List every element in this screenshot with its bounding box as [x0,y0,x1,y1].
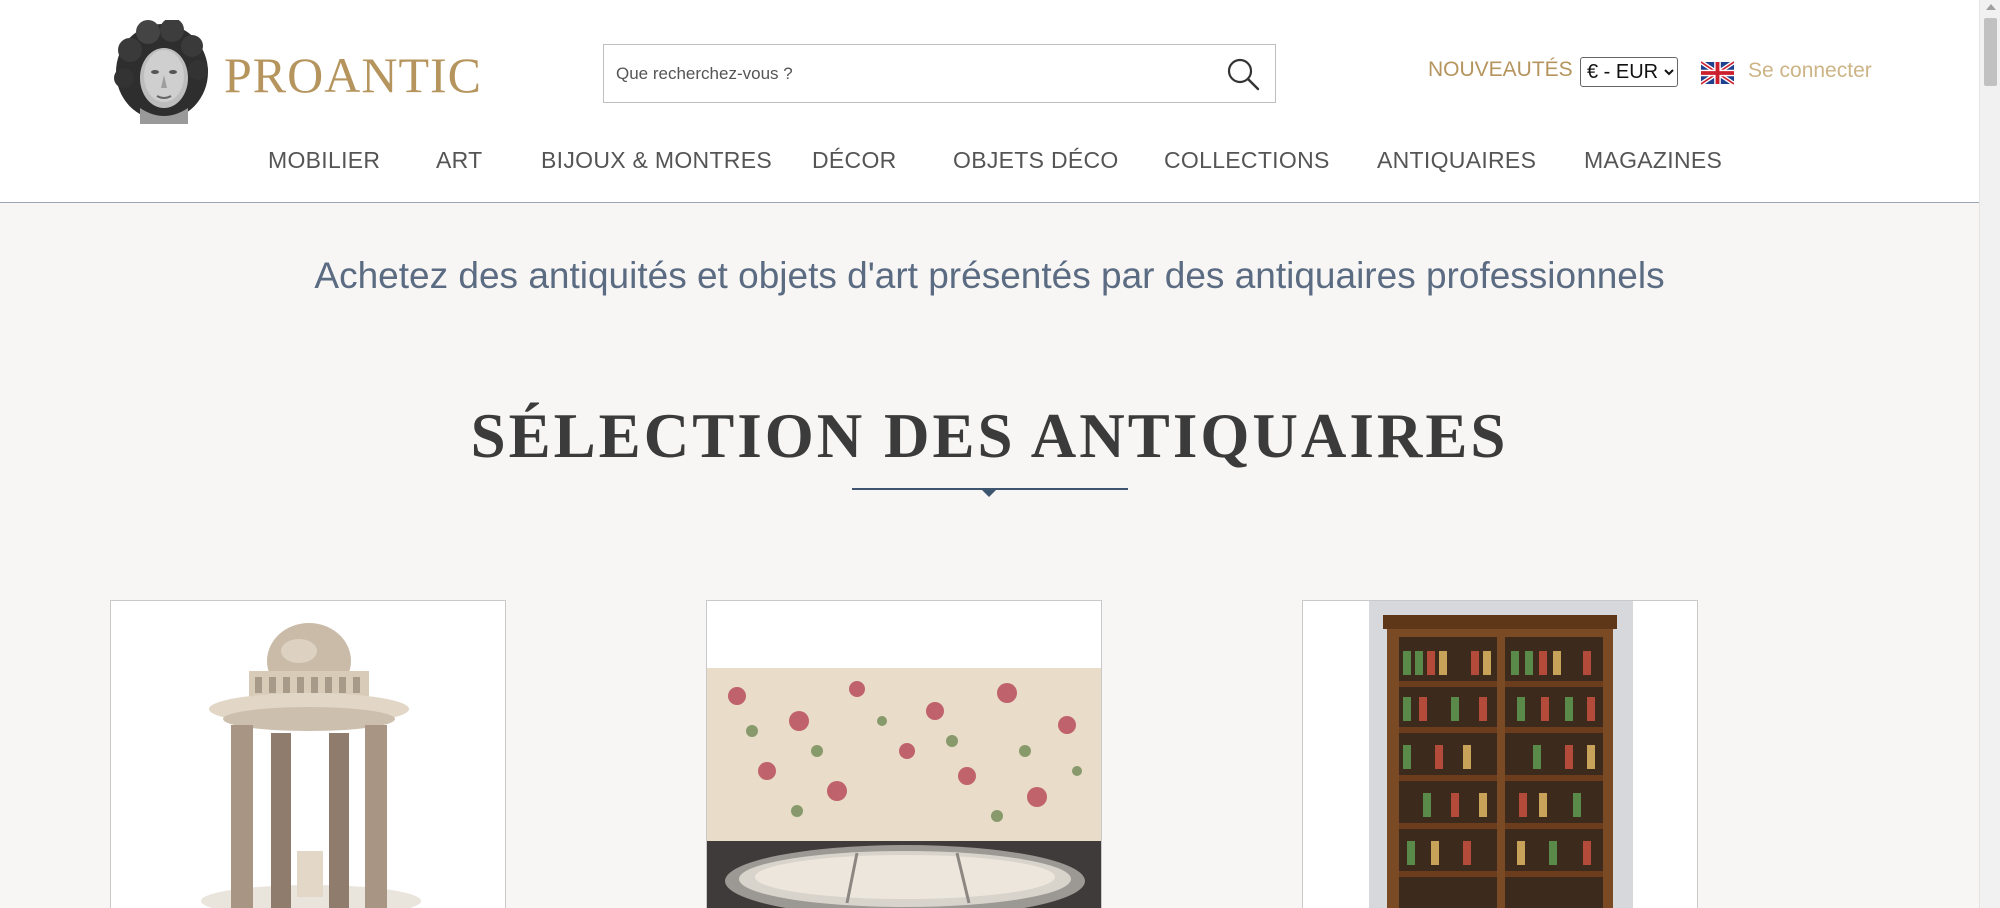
nav-item-art[interactable]: ART [436,147,483,174]
scrollbar-thumb[interactable] [1984,18,1997,86]
product-card[interactable] [110,600,506,908]
uk-flag-icon[interactable] [1701,61,1734,85]
search-icon[interactable] [1225,56,1261,92]
search-box [603,44,1276,103]
currency-select[interactable]: € - EUR [1580,57,1678,87]
new-arrivals-link[interactable]: NOUVEAUTÉS [1428,58,1573,82]
product-image-bookcase[interactable] [1303,601,1698,908]
brand-name[interactable]: PROANTIC [224,46,482,104]
nav-item-objets-deco[interactable]: OBJETS DÉCO [953,147,1119,174]
nav-item-magazines[interactable]: MAGAZINES [1584,147,1722,174]
product-card[interactable] [1302,600,1698,908]
page-scrollbar[interactable] [1979,0,2000,908]
page-tagline: Achetez des antiquités et objets d'art p… [314,255,1665,296]
search-input[interactable] [616,45,1196,102]
product-card[interactable] [706,600,1102,908]
section-title: SÉLECTION DES ANTIQUAIRES [470,401,1509,471]
logo-icon[interactable] [110,20,210,124]
scroll-up-arrow-icon[interactable] [1986,4,1996,10]
login-link[interactable]: Se connecter [1748,59,1872,83]
main-nav: MOBILIER ART BIJOUX & MONTRES DÉCOR OBJE… [0,147,1979,179]
nav-item-collections[interactable]: COLLECTIONS [1164,147,1330,174]
site-header: PROANTIC NOUVEAUTÉS € - EUR Se connecter… [0,0,1979,203]
nav-item-decor[interactable]: DÉCOR [812,147,897,174]
product-image-temple[interactable] [111,601,506,908]
nav-item-bijoux-montres[interactable]: BIJOUX & MONTRES [541,147,772,174]
nav-item-mobilier[interactable]: MOBILIER [268,147,380,174]
nav-item-antiquaires[interactable]: ANTIQUAIRES [1377,147,1536,174]
product-image-mirror-tray[interactable] [707,601,1102,908]
divider-arrow-icon [982,490,996,497]
